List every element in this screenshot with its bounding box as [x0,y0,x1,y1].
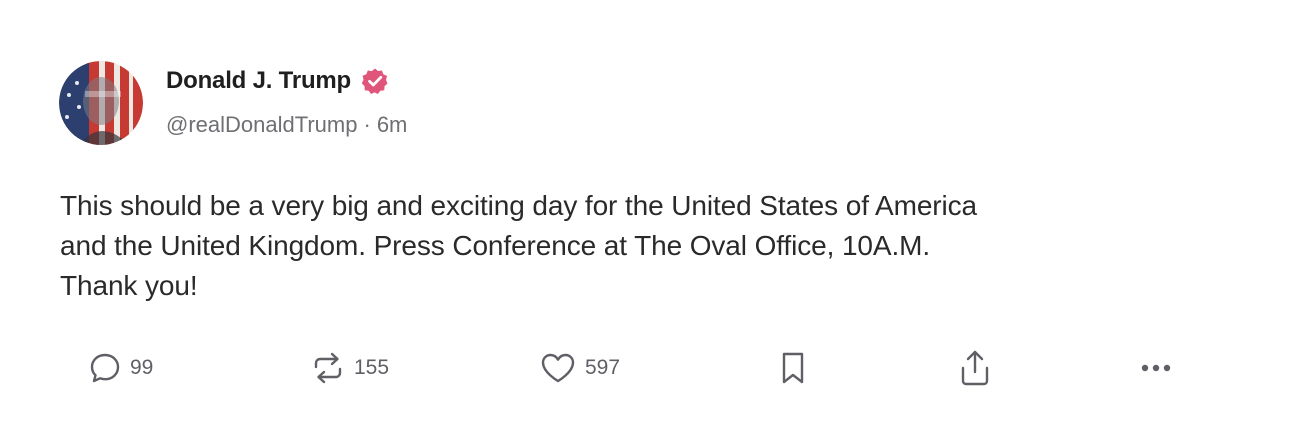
repost-count: 155 [354,356,390,379]
post-timestamp[interactable]: 6m [377,112,408,138]
avatar[interactable] [59,61,143,145]
reply-button[interactable]: 99 [88,345,153,391]
repost-button[interactable]: 155 [310,345,389,391]
share-button[interactable] [957,345,993,391]
author-display-name[interactable]: Donald J. Trump [166,67,351,95]
name-row: Donald J. Trump [166,64,407,98]
repost-icon [310,351,346,385]
heart-icon [539,351,577,385]
avatar-flag-portrait-icon [59,61,143,145]
separator-dot: · [363,112,371,137]
like-count: 597 [585,356,621,379]
share-icon [957,348,993,388]
bookmark-button[interactable] [778,345,808,391]
more-icon [1138,362,1178,374]
like-button[interactable]: 597 [539,345,620,391]
post-header: Donald J. Trump @realDonaldTrump · 6m [166,64,407,138]
handle-row: @realDonaldTrump · 6m [166,112,407,138]
post-body-text: This should be a very big and exciting d… [60,190,978,301]
reply-count: 99 [130,356,154,379]
author-handle[interactable]: @realDonaldTrump [166,112,357,138]
reply-icon [88,351,122,385]
bookmark-icon [778,350,808,386]
verified-badge-icon [361,67,389,95]
more-options-button[interactable] [1138,345,1178,391]
post-card: Donald J. Trump @realDonaldTrump · 6m Th… [0,0,1308,446]
action-bar: 99 155 597 [0,345,1308,391]
